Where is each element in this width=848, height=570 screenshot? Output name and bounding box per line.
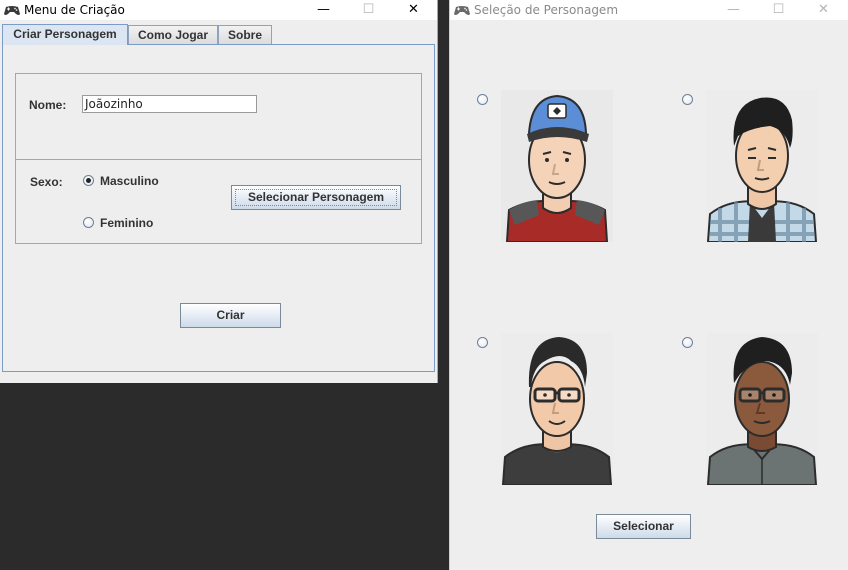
maximize-button[interactable]: ☐ [346, 0, 391, 20]
minimize-button[interactable]: — [711, 0, 756, 20]
gamepad-icon [454, 6, 470, 15]
close-button[interactable]: ✕ [801, 0, 846, 20]
gamepad-icon [4, 6, 20, 15]
select-button[interactable]: Selecionar [596, 514, 691, 539]
maximize-button[interactable]: ☐ [756, 0, 801, 20]
close-button[interactable]: ✕ [391, 0, 436, 20]
create-button[interactable]: Criar [180, 303, 281, 328]
minimize-button[interactable]: — [301, 0, 346, 20]
title-bar: Menu de Criação — ☐ ✕ [0, 0, 437, 20]
window-title: Menu de Criação [24, 3, 125, 17]
avatar-glasses-dark-skin-icon[interactable] [706, 333, 818, 485]
tab-criar-personagem[interactable]: Criar Personagem [2, 24, 128, 45]
title-bar: Seleção de Personagem — ☐ ✕ [450, 0, 848, 20]
tab-panel: Nome: Joãozinho Sexo: Masculino Feminino… [2, 44, 435, 372]
tab-como-jogar[interactable]: Como Jogar [128, 25, 218, 44]
radio-masculino-label[interactable]: Masculino [100, 174, 159, 188]
window-title: Seleção de Personagem [474, 3, 619, 17]
radio-avatar-4[interactable] [682, 337, 693, 348]
criacao-window: Menu de Criação — ☐ ✕ Criar Personagem C… [0, 0, 438, 383]
tab-sobre[interactable]: Sobre [218, 25, 272, 44]
name-field[interactable]: Joãozinho [82, 95, 257, 113]
radio-feminino[interactable] [83, 217, 94, 228]
select-character-button[interactable]: Selecionar Personagem [231, 185, 401, 210]
name-group [15, 73, 422, 160]
avatar-cap-guy-icon[interactable] [501, 90, 613, 242]
radio-masculino[interactable] [83, 175, 94, 186]
radio-avatar-3[interactable] [477, 337, 488, 348]
radio-avatar-2[interactable] [682, 94, 693, 105]
selecao-window: Seleção de Personagem — ☐ ✕ Selecionar [449, 0, 848, 570]
radio-avatar-1[interactable] [477, 94, 488, 105]
focus-ring [235, 189, 397, 206]
avatar-plaid-shirt-icon[interactable] [706, 90, 818, 242]
name-label: Nome: [29, 98, 67, 112]
avatar-glasses-guy-icon[interactable] [501, 333, 613, 485]
radio-feminino-label[interactable]: Feminino [100, 216, 153, 230]
sex-label: Sexo: [30, 175, 63, 189]
